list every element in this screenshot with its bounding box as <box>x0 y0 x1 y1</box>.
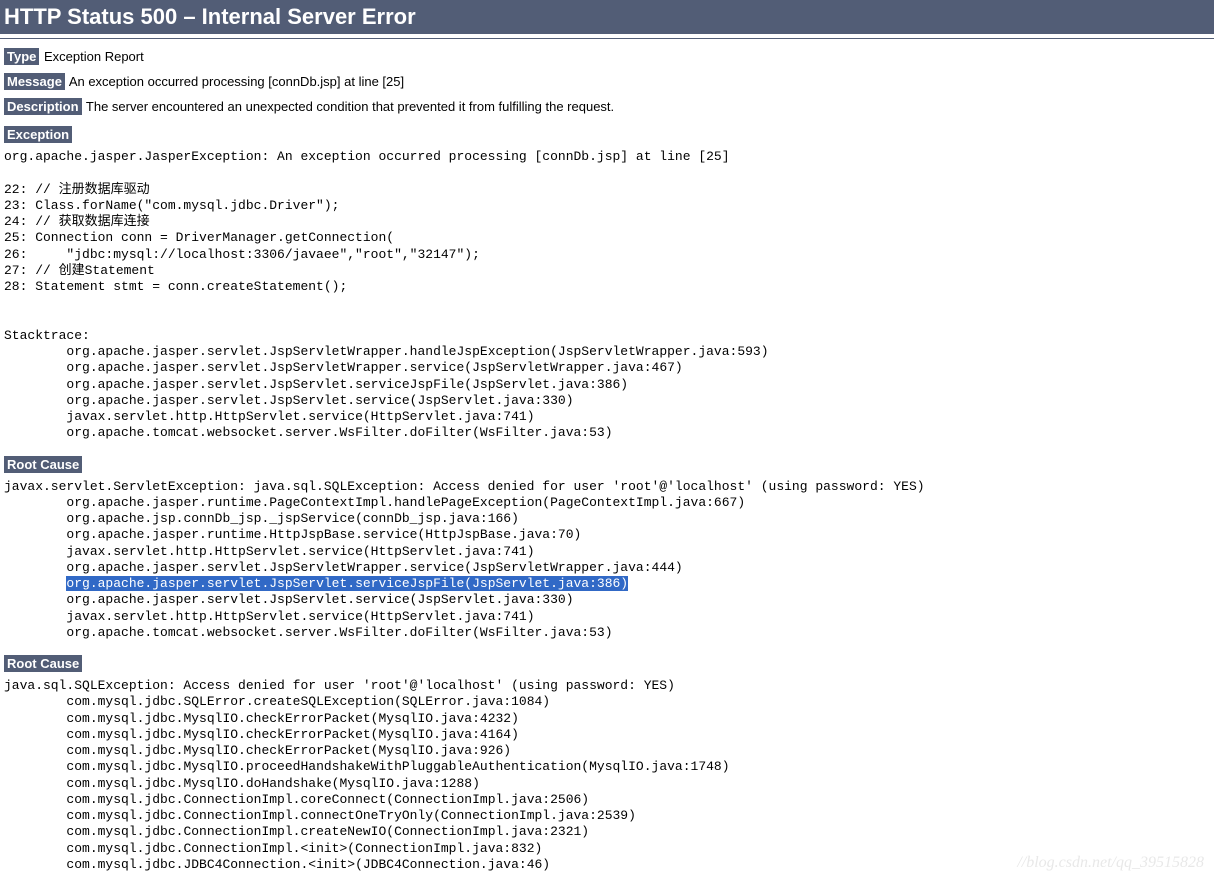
rootcause1-pre: javax.servlet.ServletException: java.sql… <box>4 479 925 592</box>
type-label: Type <box>4 48 39 65</box>
rootcause1-post: org.apache.jasper.servlet.JspServlet.ser… <box>4 592 613 640</box>
error-content: Type Exception Report Message An excepti… <box>0 49 1214 873</box>
page-title: HTTP Status 500 – Internal Server Error <box>4 4 416 29</box>
exception-trace[interactable]: org.apache.jasper.JasperException: An ex… <box>4 149 1210 442</box>
description-label: Description <box>4 98 82 115</box>
page-header: HTTP Status 500 – Internal Server Error <box>0 0 1214 34</box>
description-value: The server encountered an unexpected con… <box>83 99 615 114</box>
rootcause2-trace[interactable]: java.sql.SQLException: Access denied for… <box>4 678 1210 873</box>
rootcause1-highlighted-line[interactable]: org.apache.jasper.servlet.JspServlet.ser… <box>66 576 628 591</box>
message-row: Message An exception occurred processing… <box>4 74 1210 89</box>
description-row: Description The server encountered an un… <box>4 99 1210 114</box>
rootcause1-trace[interactable]: javax.servlet.ServletException: java.sql… <box>4 479 1210 642</box>
message-value: An exception occurred processing [connDb… <box>66 74 404 89</box>
rootcause2-header: Root Cause <box>4 655 82 672</box>
type-value: Exception Report <box>40 49 143 64</box>
rootcause1-header: Root Cause <box>4 456 82 473</box>
message-label: Message <box>4 73 65 90</box>
type-row: Type Exception Report <box>4 49 1210 64</box>
header-separator <box>0 38 1214 39</box>
exception-header: Exception <box>4 126 72 143</box>
